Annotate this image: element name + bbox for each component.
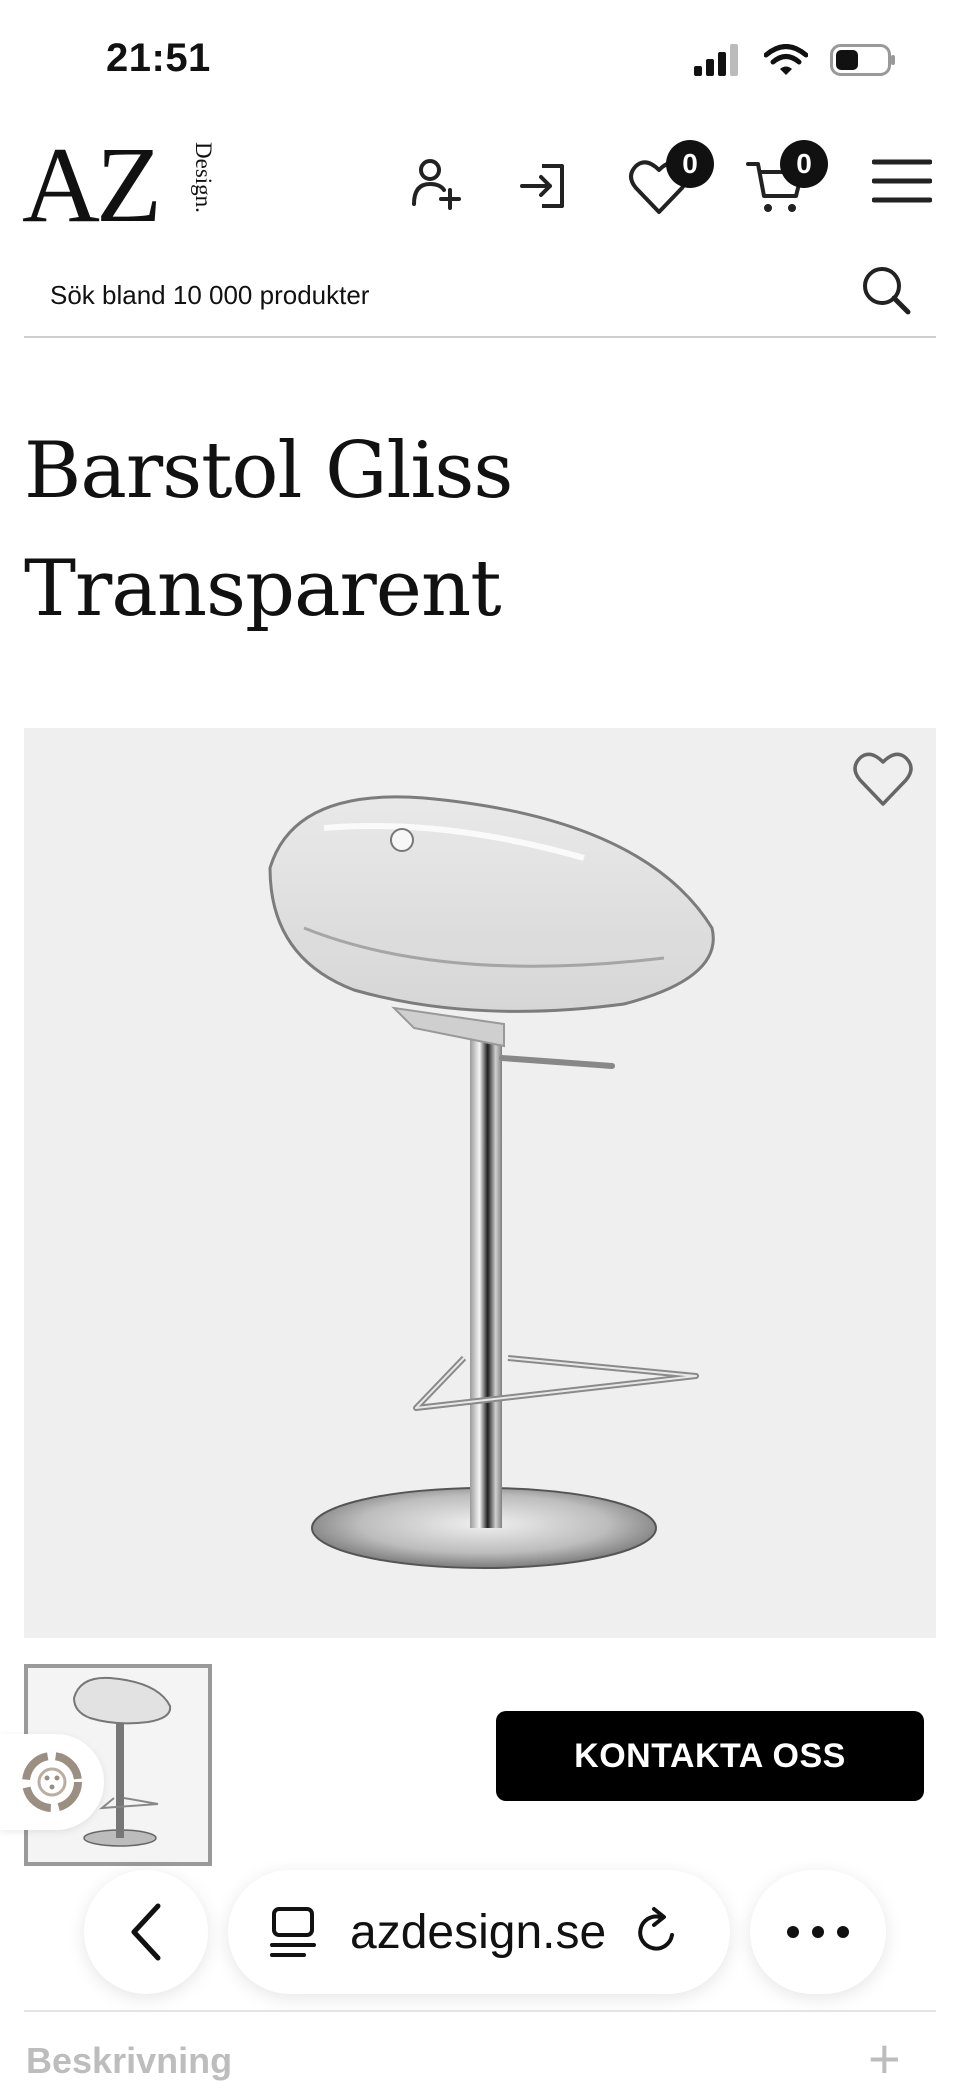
search-bar[interactable]: Sök bland 10 000 produkter	[24, 256, 936, 338]
browser-more-button[interactable]	[750, 1870, 886, 1994]
logo-mark: AZ	[22, 126, 162, 245]
hamburger-icon	[872, 159, 932, 203]
cart-button[interactable]: 0	[742, 140, 828, 222]
login-button[interactable]	[516, 158, 572, 214]
recycle-icon	[22, 1752, 82, 1812]
expand-plus-icon[interactable]: +	[868, 2026, 901, 2091]
contact-us-button[interactable]: KONTAKTA OSS	[496, 1711, 924, 1801]
wishlist-count-badge: 0	[666, 140, 714, 188]
section-divider	[24, 2010, 936, 2012]
product-image[interactable]	[24, 728, 936, 1638]
wishlist-button[interactable]: 0	[624, 140, 714, 222]
browser-toolbar: azdesign.se	[0, 1860, 960, 2000]
product-title-line2: Transparent	[24, 544, 502, 634]
login-icon	[520, 164, 564, 208]
search-input[interactable]: Sök bland 10 000 produkter	[50, 280, 369, 311]
favorite-heart-icon[interactable]	[852, 750, 914, 808]
logo[interactable]: AZ Design.	[22, 132, 216, 240]
address-bar[interactable]: azdesign.se	[228, 1870, 730, 1994]
user-add-icon	[412, 159, 461, 210]
reload-icon[interactable]	[632, 1905, 682, 1959]
bar-stool-illustration	[268, 795, 715, 1569]
description-accordion-label[interactable]: Beskrivning	[26, 2040, 232, 2082]
reader-tabs-icon[interactable]	[268, 1905, 318, 1959]
more-dots-icon	[787, 1926, 849, 1938]
status-icons	[694, 44, 896, 76]
cart-count-badge: 0	[780, 140, 828, 188]
logo-subtext: Design.	[191, 142, 216, 213]
search-icon[interactable]	[858, 262, 914, 318]
signal-icon	[694, 44, 738, 76]
url-text[interactable]: azdesign.se	[350, 1905, 606, 1960]
menu-button[interactable]	[872, 156, 932, 206]
chevron-left-icon	[131, 1903, 161, 1961]
status-time: 21:51	[106, 36, 211, 80]
wifi-icon	[764, 44, 808, 75]
browser-back-button[interactable]	[84, 1870, 208, 1994]
register-button[interactable]	[408, 156, 464, 212]
product-title: Barstol Gliss Transparent	[24, 412, 924, 648]
recycle-badge[interactable]	[0, 1734, 104, 1830]
product-title-line1: Barstol Gliss	[24, 426, 513, 516]
battery-icon	[830, 44, 895, 76]
